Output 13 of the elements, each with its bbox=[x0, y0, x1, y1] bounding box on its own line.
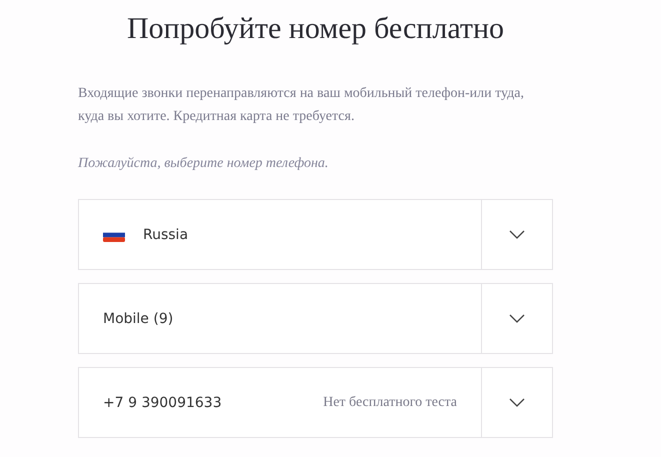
page-title: Попробуйте номер бесплатно bbox=[126, 12, 506, 47]
chevron-down-icon bbox=[509, 314, 525, 323]
chevron-down-icon bbox=[509, 398, 525, 407]
description-text: Входящие звонки перенаправляются на ваш мобильный телефон-или туда, куда вы хотите. Кредитная карта не требуется. bbox=[78, 85, 525, 126]
dropdown-select[interactable]: +7 9 390091633 Нет бесплатного теста bbox=[78, 367, 553, 438]
chevron-down-icon bbox=[509, 230, 525, 239]
dropdown-select[interactable]: Russia bbox=[78, 199, 553, 270]
availability-note: Нет бесплатного теста bbox=[323, 394, 457, 410]
select-value: Russia bbox=[143, 226, 188, 242]
prompt-text: Пожалуйста, выберите номер телефона. bbox=[78, 156, 330, 172]
select-value: +7 9 390091633 bbox=[103, 394, 222, 410]
dropdown-select[interactable]: Mobile (9) bbox=[78, 283, 553, 354]
select-value: Mobile (9) bbox=[103, 310, 174, 326]
